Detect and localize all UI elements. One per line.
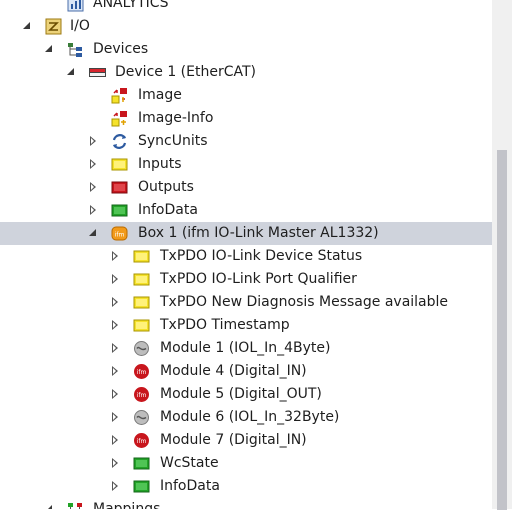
collapse-arrow-icon[interactable]: [66, 67, 76, 77]
tree-item-mappings[interactable]: Mappings: [0, 498, 492, 509]
svg-text:ifm: ifm: [137, 369, 147, 376]
solution-tree[interactable]: ANALYTICS I/O Devices Device 1 (EtherCAT) Im…: [0, 0, 492, 509]
tree-item-device-1-ethercat[interactable]: Device 1 (EtherCAT): [0, 61, 492, 84]
expand-arrow-icon[interactable]: [88, 182, 98, 192]
collapse-arrow-icon[interactable]: [22, 21, 32, 31]
image-icon: [111, 87, 128, 104]
collapse-arrow-icon[interactable]: [44, 44, 54, 54]
tree-item-wcstate[interactable]: WcState: [0, 452, 492, 475]
tree-item-label: InfoData: [138, 202, 198, 218]
svg-text:ifm: ifm: [115, 232, 125, 239]
tree-item-label: Module 4 (Digital_IN): [160, 363, 307, 379]
expand-arrow-icon[interactable]: [110, 366, 120, 376]
outputs-icon: [111, 179, 128, 196]
tree-item-i-o[interactable]: I/O: [0, 15, 492, 38]
tree-item-label: I/O: [70, 18, 90, 34]
tree-item-box-1-ifm-io-link-master-al1332[interactable]: ifm Box 1 (ifm IO-Link Master AL1332): [0, 222, 492, 245]
txpdo-icon: [133, 248, 150, 265]
analytics-icon: [67, 0, 84, 12]
txpdo-icon: [133, 317, 150, 334]
ifm-digital-module-icon: ifm: [133, 432, 150, 449]
tree-item-label: ANALYTICS: [93, 0, 169, 11]
tree-item-label: Devices: [93, 41, 149, 57]
tree-item-inputs[interactable]: Inputs: [0, 153, 492, 176]
mappings-icon: [67, 501, 84, 509]
inputs-icon: [111, 156, 128, 173]
tree-item-label: Device 1 (EtherCAT): [115, 64, 257, 80]
infodata-icon: [133, 478, 150, 495]
ifm-digital-module-icon: ifm: [133, 363, 150, 380]
tree-item-label: Module 5 (Digital_OUT): [160, 386, 322, 402]
tree-item-label: InfoData: [160, 478, 220, 494]
expand-arrow-icon[interactable]: [88, 205, 98, 215]
tree-item-txpdo-timestamp[interactable]: TxPDO Timestamp: [0, 314, 492, 337]
svg-text:ifm: ifm: [137, 392, 147, 399]
tree-item-infodata[interactable]: InfoData: [0, 475, 492, 498]
expand-arrow-icon[interactable]: [88, 136, 98, 146]
tree-item-label: Image: [138, 87, 182, 103]
tree-item-txpdo-io-link-port-qualifier[interactable]: TxPDO IO-Link Port Qualifier: [0, 268, 492, 291]
tree-item-label: Mappings: [93, 501, 161, 509]
vertical-scrollbar[interactable]: [492, 0, 512, 510]
tree-item-label: Module 1 (IOL_In_4Byte): [160, 340, 331, 356]
tree-item-label: Module 7 (Digital_IN): [160, 432, 307, 448]
tree-item-label: TxPDO IO-Link Port Qualifier: [160, 271, 357, 287]
tree-item-module-1-iol-in-4byte[interactable]: Module 1 (IOL_In_4Byte): [0, 337, 492, 360]
tree-item-label: Module 6 (IOL_In_32Byte): [160, 409, 340, 425]
tree-item-txpdo-new-diagnosis-message-available[interactable]: TxPDO New Diagnosis Message available: [0, 291, 492, 314]
tree-item-label: Image-Info: [138, 110, 214, 126]
ifm-digital-module-icon: ifm: [133, 386, 150, 403]
expand-arrow-icon[interactable]: [110, 297, 120, 307]
tree-item-outputs[interactable]: Outputs: [0, 176, 492, 199]
svg-text:ifm: ifm: [137, 438, 147, 445]
ethercat-device-icon: [89, 64, 106, 81]
txpdo-icon: [133, 294, 150, 311]
collapse-arrow-icon[interactable]: [44, 504, 54, 509]
tree-item-label: TxPDO IO-Link Device Status: [160, 248, 363, 264]
io-folder-icon: [45, 18, 62, 35]
tree-item-image-info[interactable]: Image-Info: [0, 107, 492, 130]
tree-item-label: WcState: [160, 455, 219, 471]
tree-item-label: Inputs: [138, 156, 182, 172]
tree-item-infodata[interactable]: InfoData: [0, 199, 492, 222]
tree-item-label: SyncUnits: [138, 133, 208, 149]
tree-item-analytics[interactable]: ANALYTICS: [0, 0, 492, 15]
iol-module-icon: [133, 340, 150, 357]
expand-arrow-icon[interactable]: [110, 435, 120, 445]
tree-item-syncunits[interactable]: SyncUnits: [0, 130, 492, 153]
tree-item-label: Outputs: [138, 179, 194, 195]
image-info-icon: [111, 110, 128, 127]
infodata-icon: [111, 202, 128, 219]
expand-arrow-icon[interactable]: [110, 389, 120, 399]
iol-module-icon: [133, 409, 150, 426]
tree-item-image[interactable]: Image: [0, 84, 492, 107]
tree-item-module-4-digital-in[interactable]: ifm Module 4 (Digital_IN): [0, 360, 492, 383]
expand-arrow-icon[interactable]: [110, 320, 120, 330]
tree-item-devices[interactable]: Devices: [0, 38, 492, 61]
wcstate-icon: [133, 455, 150, 472]
collapse-arrow-icon[interactable]: [88, 228, 98, 238]
tree-item-module-7-digital-in[interactable]: ifm Module 7 (Digital_IN): [0, 429, 492, 452]
tree-item-txpdo-io-link-device-status[interactable]: TxPDO IO-Link Device Status: [0, 245, 492, 268]
devices-icon: [67, 41, 84, 58]
tree-item-module-5-digital-out[interactable]: ifm Module 5 (Digital_OUT): [0, 383, 492, 406]
expand-arrow-icon[interactable]: [110, 481, 120, 491]
txpdo-icon: [133, 271, 150, 288]
tree-item-label: Box 1 (ifm IO-Link Master AL1332): [138, 225, 379, 241]
expand-arrow-icon[interactable]: [88, 159, 98, 169]
expand-arrow-icon[interactable]: [110, 274, 120, 284]
expand-arrow-icon[interactable]: [110, 343, 120, 353]
tree-item-label: TxPDO Timestamp: [160, 317, 290, 333]
tree-item-module-6-iol-in-32byte[interactable]: Module 6 (IOL_In_32Byte): [0, 406, 492, 429]
expand-arrow-icon[interactable]: [110, 251, 120, 261]
ifm-box-icon: ifm: [111, 225, 128, 242]
syncunits-icon: [111, 133, 128, 150]
scrollbar-thumb[interactable]: [497, 150, 507, 510]
tree-item-label: TxPDO New Diagnosis Message available: [160, 294, 449, 310]
expand-arrow-icon[interactable]: [110, 412, 120, 422]
expand-arrow-icon[interactable]: [110, 458, 120, 468]
